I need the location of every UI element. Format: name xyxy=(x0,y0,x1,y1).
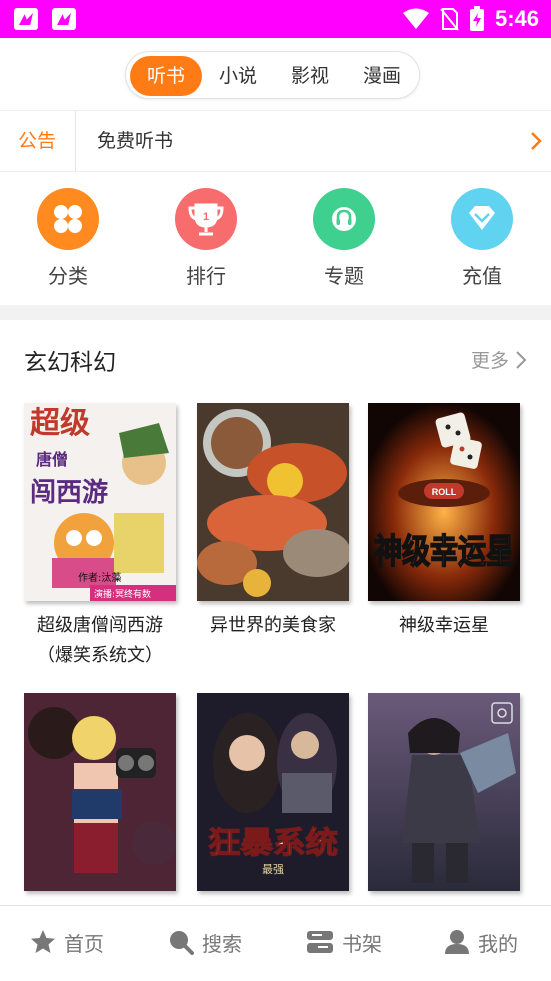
book-cover xyxy=(368,693,520,891)
nav-label: 书架 xyxy=(342,931,382,956)
nav-search[interactable]: 搜索 xyxy=(168,906,242,978)
book-card[interactable] xyxy=(24,693,176,901)
tab-video[interactable]: 影视 xyxy=(278,56,342,96)
book-title: 异世界的美食家 xyxy=(210,615,336,636)
cover-narrator: 演播:冥终有数 xyxy=(94,588,151,600)
book-card[interactable]: 异世界的美食家 xyxy=(197,403,349,641)
quick-entry-recharge[interactable]: 充值 xyxy=(432,188,532,289)
cover-roll-label: ROLL xyxy=(432,487,457,497)
quick-entry-topic[interactable]: 专题 xyxy=(294,188,394,289)
notice-label: 公告 xyxy=(18,130,57,152)
no-sim-icon xyxy=(440,8,459,31)
book-cover: 超级 唐僧 闯西游 作者:汰藻 演播:冥终有数 xyxy=(24,403,176,601)
section-title: 玄幻科幻 xyxy=(24,350,116,376)
search-icon xyxy=(170,931,194,955)
quick-entry-label: 充值 xyxy=(462,264,502,288)
quick-entry-ranking[interactable]: 1 排行 xyxy=(156,188,256,289)
headphones-icon xyxy=(313,188,375,250)
chevron-right-icon xyxy=(516,350,527,369)
user-icon xyxy=(445,930,469,954)
book-title: 神级幸运星 xyxy=(399,615,489,636)
cover-title: 神级幸运星 xyxy=(374,532,514,572)
svg-text:1: 1 xyxy=(203,211,209,223)
quick-entry-label: 分类 xyxy=(48,264,88,288)
nav-label: 首页 xyxy=(64,931,104,956)
book-card[interactable] xyxy=(368,693,520,901)
status-bar: 5:46 xyxy=(0,0,551,38)
bottom-nav: 首页 搜索 书架 我的 xyxy=(0,905,551,981)
diamond-icon xyxy=(451,188,513,250)
nav-label: 搜索 xyxy=(202,931,242,956)
quick-entry-label: 专题 xyxy=(324,264,364,288)
cover-subtitle: 最强 xyxy=(262,863,284,876)
cover-author: 作者:汰藻 xyxy=(78,571,121,584)
cover-title-line3: 闯西游 xyxy=(30,477,108,508)
trophy-icon: 1 xyxy=(175,188,237,250)
cover-title-line1: 超级 xyxy=(30,406,90,441)
book-cover xyxy=(24,693,176,891)
quick-entry-label: 排行 xyxy=(186,264,226,288)
notice-text: 免费听书 xyxy=(97,130,174,152)
book-card[interactable]: ROLL 神级幸运星 神级幸运星 xyxy=(368,403,520,641)
book-card[interactable]: 狂暴系统 最强 xyxy=(197,693,349,901)
tab-novel[interactable]: 小说 xyxy=(206,56,270,96)
nav-bookshelf[interactable]: 书架 xyxy=(306,906,382,978)
book-cover xyxy=(197,403,349,601)
tab-comic[interactable]: 漫画 xyxy=(350,56,414,96)
nav-profile[interactable]: 我的 xyxy=(444,906,518,978)
wifi-icon xyxy=(402,8,429,29)
grid-icon xyxy=(37,188,99,250)
nav-home[interactable]: 首页 xyxy=(30,906,104,978)
chevron-right-icon xyxy=(531,132,542,150)
book-title: 超级唐僧闯西游 （爆笑系统文） xyxy=(37,615,163,666)
notice-divider xyxy=(75,111,76,171)
book-cover: ROLL 神级幸运星 xyxy=(368,403,520,601)
quick-entry-category[interactable]: 分类 xyxy=(18,188,118,289)
notification-app-icon xyxy=(14,8,38,30)
bookshelf-icon xyxy=(307,931,333,953)
status-time: 5:46 xyxy=(494,6,539,31)
book-cover: 狂暴系统 最强 xyxy=(197,693,349,891)
notification-app-icon-2 xyxy=(52,8,76,30)
nav-label: 我的 xyxy=(478,931,518,956)
book-card[interactable]: 超级 唐僧 闯西游 作者:汰藻 演播:冥终有数 超级唐僧闯西游 （爆笑系统文） xyxy=(24,403,176,671)
battery-charging-icon xyxy=(469,6,484,31)
cover-title: 狂暴系统 xyxy=(208,826,338,861)
more-button[interactable]: 更多 xyxy=(471,346,527,373)
tab-audiobook[interactable]: 听书 xyxy=(130,56,202,96)
more-label: 更多 xyxy=(470,350,509,372)
star-icon xyxy=(31,930,55,953)
cover-title-line2: 唐僧 xyxy=(36,450,68,469)
content-type-tabs: 听书 小说 影视 漫画 xyxy=(125,51,420,99)
notice-bar[interactable]: 公告 免费听书 xyxy=(0,110,551,172)
section-divider xyxy=(0,305,551,320)
